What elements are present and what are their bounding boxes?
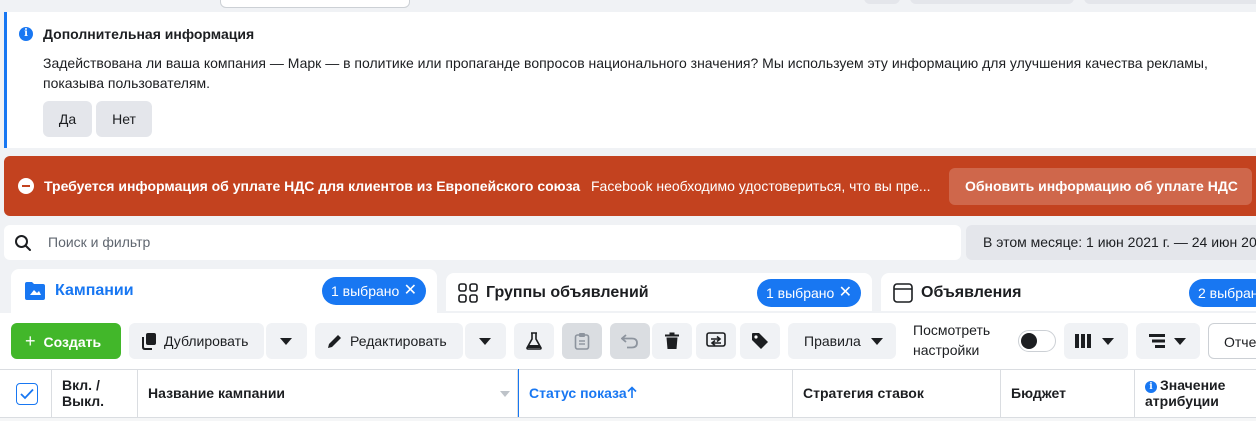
search-input[interactable]: [48, 230, 928, 254]
tag-icon: [752, 333, 768, 349]
select-all-checkbox[interactable]: [16, 383, 38, 405]
column-delivery-status[interactable]: Статус показа: [518, 369, 793, 421]
undo-icon: [621, 334, 638, 349]
column-bid-strategy[interactable]: Стратегия ставок: [793, 369, 1001, 421]
tab-ads-label: Объявления: [921, 284, 1022, 301]
chevron-down-icon: [479, 338, 491, 345]
column-label: Вкл. / Выкл.: [62, 377, 105, 409]
vat-banner-text: Facebook необходимо удостовериться, что …: [591, 178, 931, 194]
delete-button[interactable]: [652, 323, 692, 359]
duplicate-button[interactable]: Дублировать: [129, 323, 264, 359]
table-row: [0, 417, 1256, 421]
reports-label: Отче: [1224, 334, 1256, 350]
clipboard-icon: [574, 333, 590, 350]
selected-count-pill[interactable]: 1 выбрано ✕: [757, 279, 861, 307]
duplicate-dropdown[interactable]: [266, 323, 307, 359]
column-label: Статус показа: [529, 385, 627, 401]
create-button[interactable]: + Создать: [11, 323, 121, 359]
edit-label: Редактировать: [350, 333, 447, 349]
toggle-knob: [1021, 333, 1037, 349]
pill-label: 2 выбран: [1198, 285, 1256, 301]
close-icon[interactable]: ✕: [404, 277, 417, 305]
info-icon: i: [19, 27, 33, 41]
tags-button[interactable]: [740, 323, 780, 359]
sort-up-icon: [627, 386, 637, 398]
ab-test-button[interactable]: [696, 323, 736, 359]
ad-icon: [893, 283, 913, 303]
column-label: Бюджет: [1011, 385, 1066, 401]
chevron-down-icon: [280, 338, 292, 345]
duplicate-icon: [142, 333, 156, 350]
create-label: Создать: [43, 334, 102, 350]
trash-icon: [665, 332, 679, 349]
top-button[interactable]: [910, 0, 1074, 4]
info-title: Дополнительная информация: [43, 26, 255, 42]
ab-test-icon: [706, 332, 726, 347]
info-text: Задействована ли ваша компания — Марк — …: [43, 55, 1208, 91]
folder-icon: [25, 282, 45, 300]
vat-banner-title: Требуется информация об уплате НДС для к…: [44, 178, 581, 194]
reports-button[interactable]: Отче: [1208, 323, 1256, 359]
pill-label: 1 выбрано: [331, 283, 400, 299]
top-button[interactable]: [1084, 0, 1256, 4]
column-budget[interactable]: Бюджет: [1001, 369, 1135, 421]
edit-dropdown[interactable]: [465, 323, 506, 359]
selected-count-pill[interactable]: 1 выбрано ✕: [322, 277, 426, 305]
pill-label: 1 выбрано: [766, 285, 835, 301]
column-attribution[interactable]: i Значение атрибуции: [1135, 369, 1256, 421]
paste-button[interactable]: [562, 323, 602, 359]
grid-icon: [458, 283, 478, 303]
column-campaign-name[interactable]: Название кампании: [138, 369, 518, 421]
sort-down-icon: [500, 391, 510, 397]
column-on-off[interactable]: Вкл. / Выкл.: [52, 369, 138, 421]
top-button[interactable]: [864, 0, 900, 4]
rules-button[interactable]: Правила: [788, 323, 896, 359]
no-button[interactable]: Нет: [96, 101, 152, 137]
top-field[interactable]: [220, 0, 410, 8]
search-icon: [15, 235, 31, 251]
column-label: Название кампании: [148, 385, 286, 401]
duplicate-label: Дублировать: [164, 333, 249, 349]
selected-count-pill[interactable]: 2 выбран: [1189, 279, 1256, 307]
column-label: Значение атрибуции: [1145, 377, 1226, 409]
columns-icon: [1075, 334, 1091, 348]
undo-button[interactable]: [610, 323, 650, 359]
tab-ad-sets-label: Группы объявлений: [486, 284, 649, 301]
chevron-down-icon: [1174, 338, 1186, 345]
info-icon: i: [1145, 381, 1157, 393]
columns-button[interactable]: [1064, 323, 1128, 359]
breakdown-icon: [1149, 334, 1165, 348]
edit-button[interactable]: Редактировать: [315, 323, 463, 359]
close-icon[interactable]: ✕: [839, 279, 852, 307]
rules-label: Правила: [804, 333, 861, 349]
test-button[interactable]: [514, 323, 554, 359]
update-vat-button[interactable]: Обновить информацию об уплате НДС: [949, 168, 1252, 205]
yes-button[interactable]: Да: [43, 101, 92, 137]
tab-campaigns-label: Кампании: [55, 282, 134, 299]
flask-icon: [526, 332, 542, 350]
breakdown-button[interactable]: [1136, 323, 1200, 359]
check-icon: [20, 388, 34, 400]
minus-circle-icon: [18, 178, 34, 194]
chevron-down-icon: [871, 338, 883, 345]
column-label: Стратегия ставок: [803, 385, 924, 401]
view-settings-toggle[interactable]: [1018, 330, 1056, 352]
pencil-icon: [328, 335, 341, 348]
date-range-picker[interactable]: В этом месяце: 1 июн 2021 г. — 24 июн 20…: [966, 225, 1256, 260]
view-settings-label: Посмотреть настройки: [913, 322, 991, 358]
chevron-down-icon: [1102, 338, 1114, 345]
plus-icon: +: [25, 331, 36, 351]
